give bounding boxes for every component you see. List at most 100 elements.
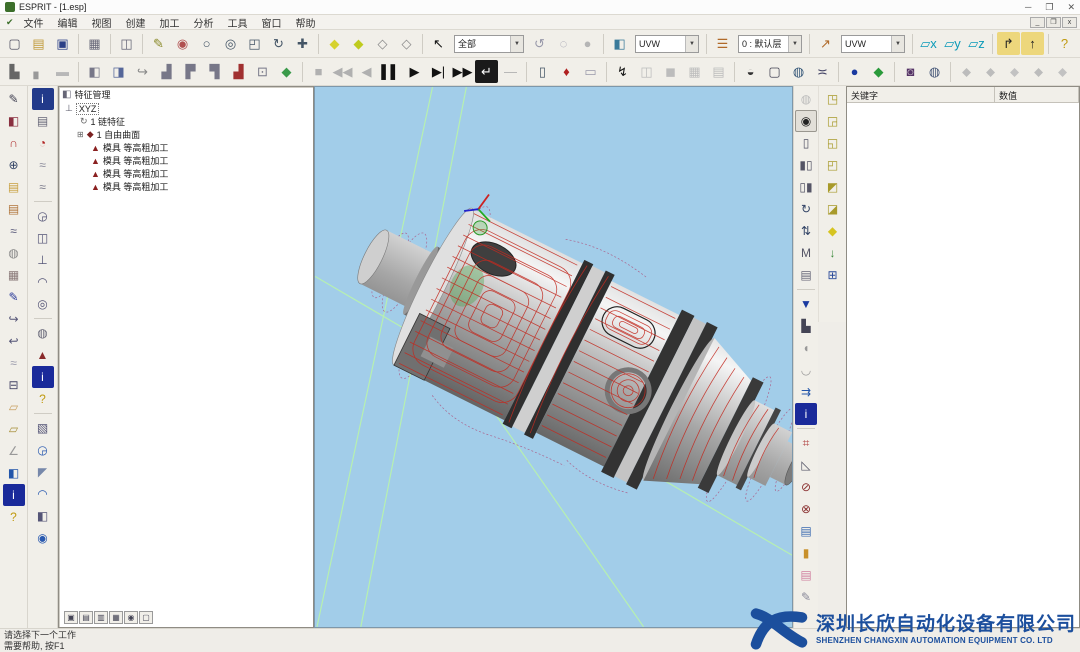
window-blue-button[interactable]: ◧ — [3, 462, 25, 484]
layers-button[interactable]: ☰ — [711, 32, 734, 55]
filter-disabled-button[interactable]: ● — [576, 32, 599, 55]
column-value[interactable]: 数值 — [995, 87, 1079, 102]
arrow-scurve-button[interactable]: ↪ — [3, 308, 25, 330]
tree-root-xyz[interactable]: ⊥ XYZ — [59, 102, 313, 115]
tree-tab-6[interactable]: ▢ — [139, 611, 153, 624]
zoom-button[interactable]: ○ — [195, 32, 218, 55]
save-file[interactable]: ▣ — [51, 32, 74, 55]
menu-item[interactable]: 编辑 — [51, 15, 85, 30]
selection-filter-combo[interactable]: 全部 ▼ — [454, 35, 524, 53]
toolpath-arrows-button[interactable]: ⇉ — [795, 381, 817, 403]
cylinder-measure-button[interactable]: ⇅ — [795, 220, 817, 242]
rotate-view-button[interactable]: ↻ — [267, 32, 290, 55]
sim-stepforward-button[interactable]: ▶| — [427, 60, 450, 83]
collision-check-button[interactable]: ◙ — [899, 60, 922, 83]
circle-slash2-button[interactable]: ⊗ — [795, 498, 817, 520]
circle-slash1-button[interactable]: ⊘ — [795, 476, 817, 498]
ruler-triangle-button[interactable]: ◺ — [795, 454, 817, 476]
tree-node-chain[interactable]: ↻ 1 链特征 — [59, 115, 313, 128]
snap-break-button[interactable]: ↱ — [997, 32, 1020, 55]
doc-op-button[interactable]: ▤ — [795, 264, 817, 286]
marquee-button[interactable]: ◌ — [552, 32, 575, 55]
chevron-down-icon[interactable]: ▼ — [788, 36, 801, 52]
sim-toend-button[interactable]: — — [499, 60, 522, 83]
analysis-info-button[interactable]: i — [32, 88, 54, 110]
doc-tech-button[interactable]: ▤ — [32, 110, 54, 132]
undo-button[interactable]: ↺ — [528, 32, 551, 55]
op-info-button[interactable]: i — [32, 366, 54, 388]
op-help-button[interactable]: ? — [32, 388, 54, 410]
work-plane-combo[interactable]: UVW ▼ — [635, 35, 699, 53]
folder-feature-button[interactable]: ▤ — [3, 198, 25, 220]
surf-cube-button[interactable]: ◧ — [32, 505, 54, 527]
new-file[interactable]: ▢ — [3, 32, 26, 55]
pan-view-button[interactable]: ✚ — [291, 32, 314, 55]
folder-blue-button[interactable]: ▤ — [795, 520, 817, 542]
sim-play-button[interactable]: ▶ — [403, 60, 426, 83]
tree-tab-3[interactable]: ▥ — [94, 611, 108, 624]
stock-battery-button[interactable]: ▯ — [531, 60, 554, 83]
sim-loop-button[interactable]: ↵ — [475, 60, 498, 83]
tree-tab-4[interactable]: ▦ — [109, 611, 123, 624]
cylinder-pair1-button[interactable]: ▮▯ — [795, 154, 817, 176]
spiral-op-button[interactable]: ◎ — [32, 293, 54, 315]
menu-item[interactable]: 加工 — [153, 15, 187, 30]
work-plane-button[interactable]: ◧ — [608, 32, 631, 55]
surf-revolve-button[interactable]: ◶ — [32, 439, 54, 461]
menu-item[interactable]: 工具 — [221, 15, 255, 30]
verify-gem-button[interactable]: ◆ — [275, 60, 298, 83]
stock-pin-button[interactable]: ♦ — [555, 60, 578, 83]
menu-item[interactable]: 窗口 — [255, 15, 289, 30]
tool-1-disabled[interactable]: ⬥ — [955, 60, 978, 83]
minimize-button[interactable]: ─ — [1025, 2, 1031, 13]
clip-disabled-button[interactable]: ▤ — [707, 60, 730, 83]
tree-operation[interactable]: ▲ 模具 等高粗加工 — [59, 141, 313, 154]
chevron-down-icon[interactable]: ▼ — [510, 36, 523, 52]
funnel-blue-button[interactable]: ▼ — [795, 293, 817, 315]
pen-line-button[interactable]: ✎ — [3, 88, 25, 110]
sim-rewind-button[interactable]: ◀◀ — [331, 60, 354, 83]
tree-operation[interactable]: ▲ 模具 等高粗加工 — [59, 167, 313, 180]
plane-sheet-ok-button[interactable]: ▱ — [3, 418, 25, 440]
restore-button[interactable]: ❐ — [1045, 2, 1053, 13]
bridge-button[interactable]: ≍ — [811, 60, 834, 83]
sim-stepback-button[interactable]: ◀ — [355, 60, 378, 83]
viewport-3d[interactable] — [314, 86, 793, 628]
zoom-out-button[interactable]: ◎ — [219, 32, 242, 55]
pie-red-button[interactable]: ◔ — [32, 132, 54, 154]
cylinder-gold-button[interactable]: ▮ — [795, 542, 817, 564]
help-badge-button[interactable]: ? — [3, 506, 25, 528]
m-profile-button[interactable]: M — [795, 242, 817, 264]
blocks-cubes-button[interactable]: ◧ — [3, 110, 25, 132]
mug-icon-button[interactable]: ◒ — [739, 60, 762, 83]
folder-geometry-button[interactable]: ▤ — [3, 176, 25, 198]
plane-x-button[interactable]: ▱x — [917, 32, 940, 55]
tree-node-surface[interactable]: ⊞ ◆ 1 自由曲面 — [59, 128, 313, 141]
layer-combo[interactable]: 0 : 默认层 ▼ — [738, 35, 802, 53]
clamp-c-button[interactable]: ◖ — [795, 337, 817, 359]
run-simulation-button[interactable]: ↯ — [611, 60, 634, 83]
machine-setup-button[interactable]: ▙ — [3, 60, 26, 83]
cage-stock-button[interactable]: ▦ — [3, 264, 25, 286]
view-cube-1-button[interactable]: ◳ — [822, 88, 844, 110]
turning-disabled-button[interactable]: ◍ — [795, 88, 817, 110]
curve-points-button[interactable]: ≈ — [3, 220, 25, 242]
view-wireframe2-button[interactable]: ◇ — [395, 32, 418, 55]
print-disabled-button[interactable]: ▦ — [683, 60, 706, 83]
tree-operation[interactable]: ▲ 模具 等高粗加工 — [59, 180, 313, 193]
print-button[interactable]: ▦ — [83, 32, 106, 55]
drill-op-button[interactable]: ⊥ — [32, 249, 54, 271]
mesh-grid-button[interactable]: ⌗ — [795, 432, 817, 454]
prompt-help-button[interactable]: ? — [1053, 32, 1076, 55]
view-wireframe-button[interactable]: ◇ — [371, 32, 394, 55]
zoom-window-button[interactable]: ◰ — [243, 32, 266, 55]
sim-fastforward-button[interactable]: ▶▶ — [451, 60, 474, 83]
vise-2-button[interactable]: ▛ — [179, 60, 202, 83]
child-minimize-button[interactable]: _ — [1030, 17, 1045, 28]
tool-3-disabled[interactable]: ⬥ — [1003, 60, 1026, 83]
fixture-1-button[interactable]: ◧ — [83, 60, 106, 83]
pen-surface-button[interactable]: ✎ — [3, 286, 25, 308]
child-restore-button[interactable]: ❐ — [1046, 17, 1061, 28]
contour-op-button[interactable]: ◠ — [32, 271, 54, 293]
menu-item[interactable]: 视图 — [85, 15, 119, 30]
